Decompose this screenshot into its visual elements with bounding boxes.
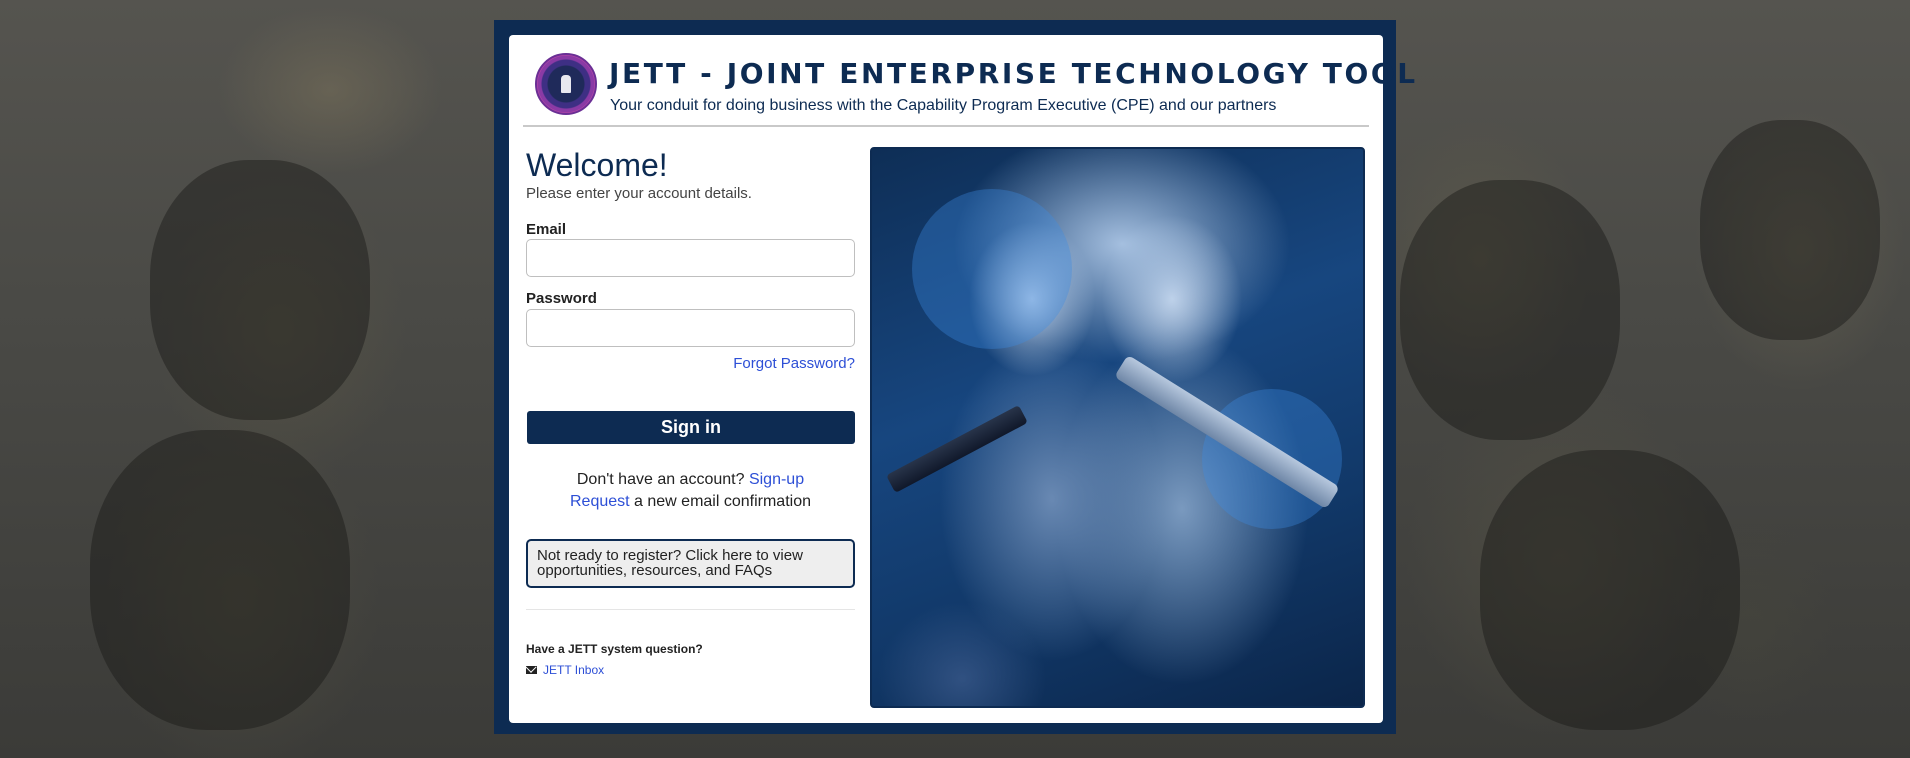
hero-rifle	[886, 404, 1028, 494]
background-soldier	[90, 430, 350, 730]
support-question: Have a JETT system question?	[526, 642, 703, 656]
login-card: JETT - JOINT ENTERPRISE TECHNOLOGY TOOL …	[509, 35, 1415, 723]
not-ready-button[interactable]: Not ready to register? Click here to vie…	[526, 539, 855, 588]
background-soldier	[150, 160, 370, 420]
signup-link[interactable]: Sign-up	[749, 471, 804, 488]
support-inbox: JETT Inbox	[526, 663, 604, 677]
hero-image	[870, 147, 1365, 708]
forgot-password-container: Forgot Password?	[526, 355, 855, 372]
page-title: JETT - JOINT ENTERPRISE TECHNOLOGY TOOL	[609, 57, 1418, 90]
envelope-icon	[526, 666, 537, 674]
welcome-section: Welcome! Please enter your account detai…	[526, 147, 856, 202]
signup-prompt: Don't have an account? Sign-up	[526, 471, 855, 489]
page-subtitle: Your conduit for doing business with the…	[610, 97, 1277, 114]
welcome-heading: Welcome!	[526, 147, 668, 183]
signup-prompt-text: Don't have an account?	[576, 471, 745, 488]
page-header: JETT - JOINT ENTERPRISE TECHNOLOGY TOOL …	[523, 49, 1415, 127]
hero-glow	[912, 189, 1072, 349]
background-soldier	[1480, 450, 1740, 730]
email-field[interactable]	[526, 239, 855, 277]
forgot-password-link[interactable]: Forgot Password?	[733, 355, 855, 372]
sign-in-button[interactable]: Sign in	[527, 411, 855, 444]
request-confirmation-text: a new email confirmation	[629, 493, 811, 510]
password-field[interactable]	[526, 309, 855, 347]
password-label: Password	[526, 290, 597, 307]
background-soldier	[1400, 180, 1620, 440]
background-soldier	[1700, 120, 1880, 340]
request-confirmation-link[interactable]: Request	[570, 493, 630, 510]
email-label: Email	[526, 221, 567, 238]
request-confirmation-line: Request a new email confirmation	[526, 493, 855, 511]
divider	[526, 609, 855, 610]
cpe-seal-icon	[535, 53, 597, 115]
welcome-subheading: Please enter your account details.	[526, 185, 752, 202]
jett-inbox-link[interactable]: JETT Inbox	[543, 663, 604, 677]
